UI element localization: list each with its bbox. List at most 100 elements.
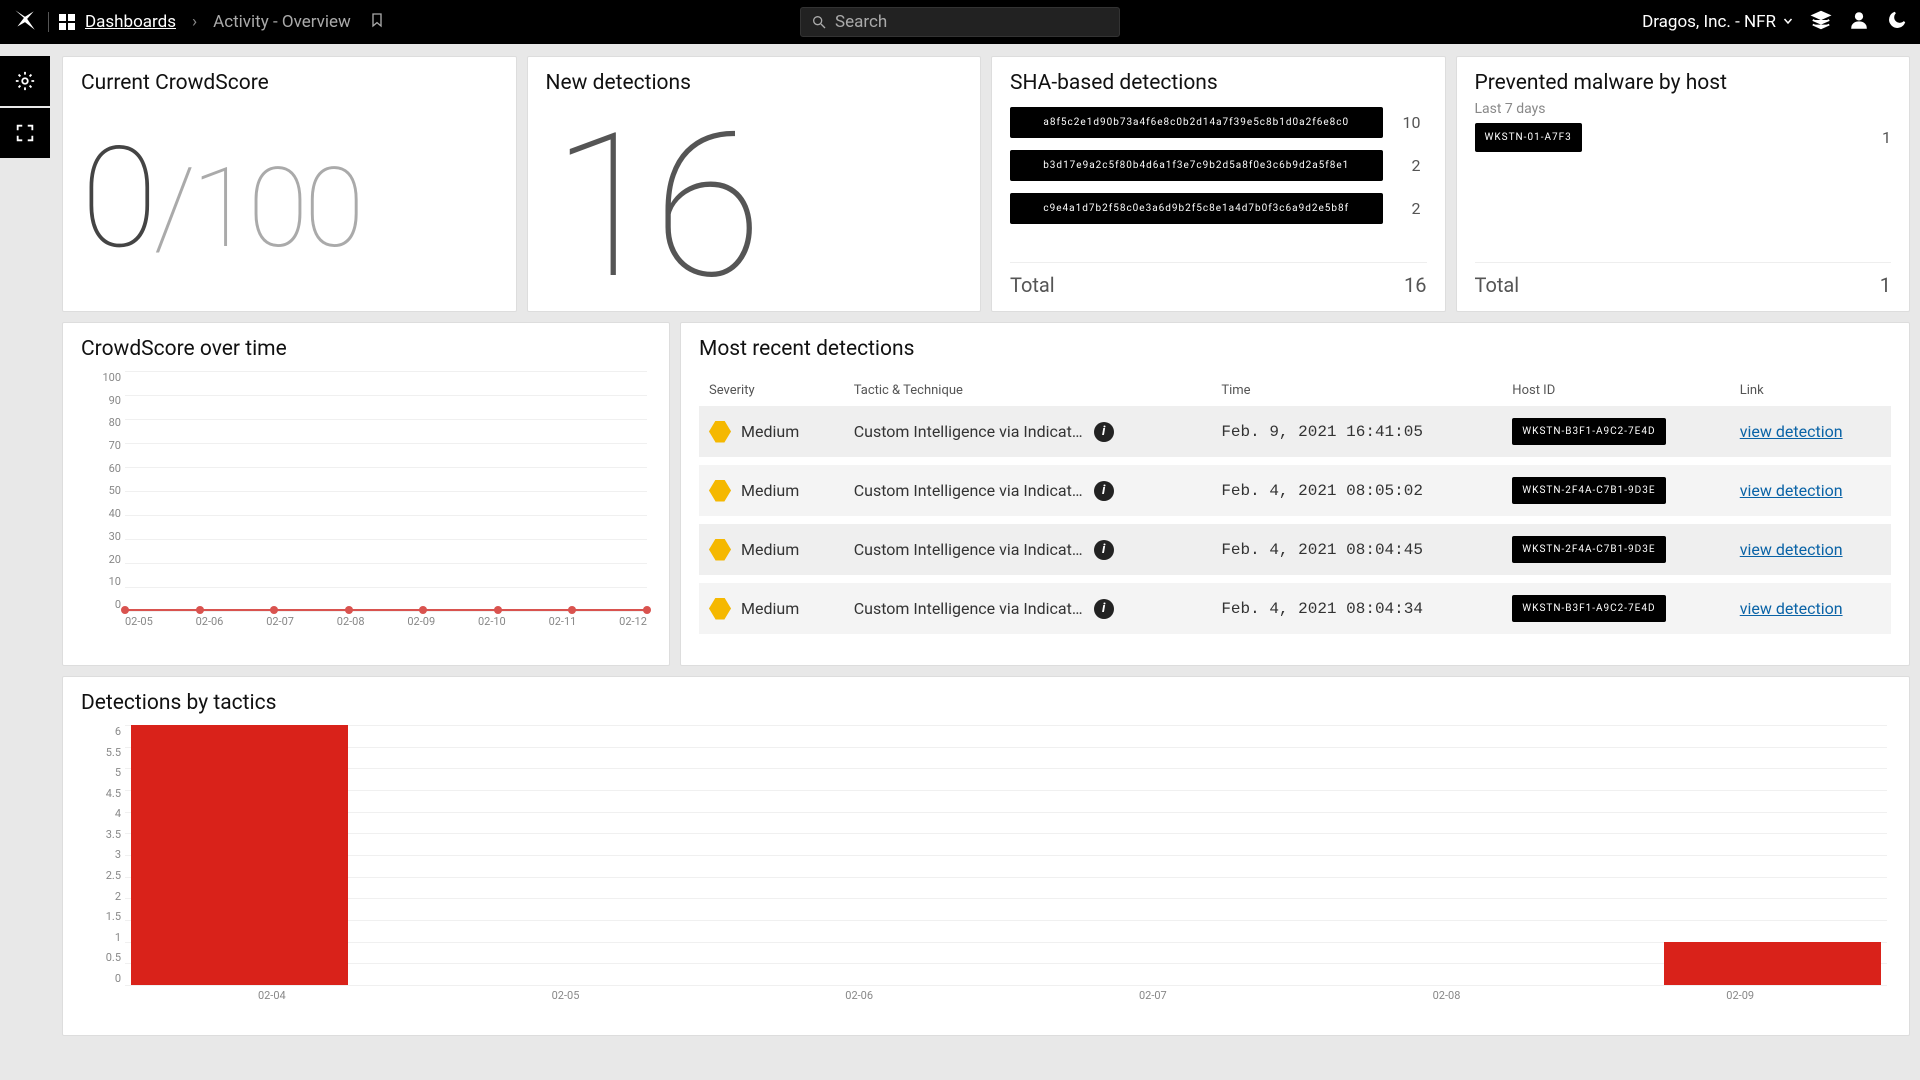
view-detection-link[interactable]: view detection [1740,481,1843,500]
view-detection-link[interactable]: view detection [1740,540,1843,559]
bar-slot [712,725,1006,985]
host-id: WKSTN-2F4A-C7B1-9D3E [1512,536,1665,563]
tactic-cell: Custom Intelligence via Indicat...i [854,599,1114,619]
col-tactic: Tactic & Technique [844,375,1212,406]
layers-icon[interactable] [1810,9,1832,36]
falcon-logo-icon[interactable] [12,7,38,38]
prevented-total-row: Total 1 [1475,262,1892,297]
severity-cell: Medium [709,598,834,620]
col-severity: Severity [699,375,844,406]
detections-scroll[interactable]: Severity Tactic & Technique Time Host ID… [699,375,1891,651]
prevented-host: WKSTN-01-A7F3 [1475,123,1582,152]
main-content: Current CrowdScore 0/100 New detections … [62,56,1910,1080]
sha-count: 10 [1395,113,1421,132]
settings-button[interactable] [0,56,50,106]
card-title: Detections by tactics [81,691,1891,715]
time-cell: Feb. 4, 2021 08:04:45 [1211,520,1502,579]
bar [131,725,348,985]
total-label: Total [1010,273,1055,297]
time-cell: Feb. 9, 2021 16:41:05 [1211,406,1502,461]
card-title: CrowdScore over time [81,337,651,361]
sha-hash: b3d17e9a2c5f80b4d6a1f3e7c9b2d5a8f0e3c6b9… [1010,150,1383,181]
bar-slot [1300,725,1594,985]
chart-xaxis: 02-0502-0602-0702-0802-0902-1002-1102-12 [125,615,647,631]
sha-list[interactable]: a8f5c2e1d90b73a4f6e8c0b2d14a7f39e5c8b1d0… [1010,107,1427,252]
table-row: Medium Custom Intelligence via Indicat...… [699,520,1891,579]
info-icon[interactable]: i [1094,481,1114,501]
card-prevented-malware: Prevented malware by host Last 7 days WK… [1456,56,1911,312]
table-header-row: Severity Tactic & Technique Time Host ID… [699,375,1891,406]
fullscreen-button[interactable] [0,108,50,158]
topbar: Dashboards › Activity - Overview Search … [0,0,1920,44]
card-crowdscore-over-time: CrowdScore over time 1009080706050403020… [62,322,670,666]
breadcrumb-sep: › [186,12,203,32]
tactic-cell: Custom Intelligence via Indicat... i [854,481,1114,501]
detections-table: Severity Tactic & Technique Time Host ID… [699,375,1891,642]
col-host: Host ID [1502,375,1729,406]
org-name: Dragos, Inc. - NFR [1642,12,1776,32]
col-link: Link [1730,375,1891,406]
severity-label: Medium [741,422,799,441]
search-input[interactable]: Search [800,7,1120,37]
view-detection-link[interactable]: view detection [1740,599,1843,618]
severity-label: Medium [741,540,799,559]
card-subtitle: Last 7 days [1475,101,1892,117]
breadcrumb-current: Activity - Overview [213,12,351,32]
topbar-left: Dashboards › Activity - Overview [12,7,795,38]
app-grid-icon[interactable] [59,14,75,30]
sha-hash: a8f5c2e1d90b73a4f6e8c0b2d14a7f39e5c8b1d0… [1010,107,1383,138]
bar-slot [1006,725,1300,985]
crowdscore-chart: 1009080706050403020100 02-0502-0602-0702… [87,371,651,631]
sha-hash: c9e4a1d7b2f58c0e3a6d9b2f5c8e1a4d7b0f3c6a… [1010,193,1383,224]
prevented-row: WKSTN-01-A7F3 1 [1475,123,1892,152]
tactic-text: Custom Intelligence via Indicat... [854,540,1084,559]
col-time: Time [1211,375,1502,406]
bookmark-icon[interactable] [361,12,385,33]
severity-hex-icon [709,539,731,561]
bar-slot [419,725,713,985]
breadcrumb-root[interactable]: Dashboards [85,12,176,32]
card-title: Prevented malware by host [1475,71,1892,95]
total-value: 16 [1404,273,1426,297]
topbar-right: Dragos, Inc. - NFR [1125,9,1908,36]
info-icon[interactable]: i [1094,540,1114,560]
info-icon[interactable]: i [1094,599,1114,619]
moon-icon[interactable] [1886,9,1908,36]
org-switcher[interactable]: Dragos, Inc. - NFR [1642,12,1794,32]
tactic-text: Custom Intelligence via Indicat... [854,481,1084,500]
prevented-list: WKSTN-01-A7F3 1 [1475,123,1892,252]
card-title: Most recent detections [699,337,1891,361]
sha-row: a8f5c2e1d90b73a4f6e8c0b2d14a7f39e5c8b1d0… [1010,107,1421,138]
row-bottom: Detections by tactics 65.554.543.532.521… [62,676,1910,1036]
sha-row: c9e4a1d7b2f58c0e3a6d9b2f5c8e1a4d7b0f3c6a… [1010,193,1421,224]
severity-label: Medium [741,481,799,500]
severity-hex-icon [709,421,731,443]
tactic-cell: Custom Intelligence via Indicat...i [854,422,1114,442]
chart-yaxis: 1009080706050403020100 [87,371,121,611]
time-cell: Feb. 4, 2021 08:04:34 [1211,579,1502,638]
crowdscore-value: 0/100 [81,129,498,269]
view-detection-link[interactable]: view detection [1740,422,1843,441]
host-id: WKSTN-B3F1-A9C2-7E4D [1512,418,1665,445]
user-icon[interactable] [1848,9,1870,36]
chart-xaxis: 02-0402-0502-0602-0702-0802-09 [125,989,1887,1005]
card-detections-by-tactics: Detections by tactics 65.554.543.532.521… [62,676,1910,1036]
sha-count: 2 [1395,199,1421,218]
bar-slot [1593,725,1887,985]
host-id: WKSTN-2F4A-C7B1-9D3E [1512,477,1665,504]
info-icon[interactable]: i [1094,422,1114,442]
new-detections-value: 16 [552,107,963,307]
severity-label: Medium [741,599,799,618]
topbar-center: Search [795,7,1125,37]
row-middle: CrowdScore over time 1009080706050403020… [62,322,1910,666]
severity-cell: Medium [709,539,834,561]
host-cell: WKSTN-B3F1-A9C2-7E4D [1502,579,1729,638]
bar-slot [125,725,419,985]
sha-row: b3d17e9a2c5f80b4d6a1f3e7c9b2d5a8f0e3c6b9… [1010,150,1421,181]
total-value: 1 [1880,273,1891,297]
severity-hex-icon [709,598,731,620]
host-cell: WKSTN-B3F1-A9C2-7E4D [1502,406,1729,461]
chart-line [125,609,647,611]
table-row: Medium Custom Intelligence via Indicat...… [699,579,1891,638]
row-summary: Current CrowdScore 0/100 New detections … [62,56,1910,312]
